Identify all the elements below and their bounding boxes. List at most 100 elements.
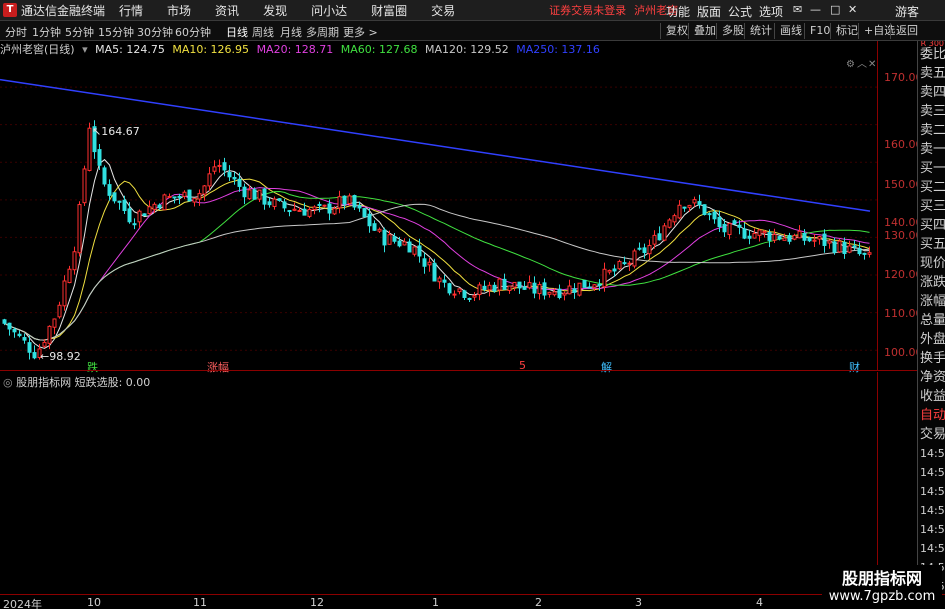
candle-body[interactable] [702,204,707,216]
candle-body[interactable] [692,199,697,204]
chevron-down-icon[interactable]: ▾ [82,43,88,56]
candle-body[interactable] [237,178,242,187]
candle-body[interactable] [652,234,657,245]
sub-chevron-icon[interactable]: ◎ [3,376,13,389]
candle-body[interactable] [842,241,847,255]
candle-body[interactable] [732,220,737,225]
candle-body[interactable] [247,189,252,200]
candle-body[interactable] [767,232,772,241]
candle-body[interactable] [447,283,452,294]
maximize-icon[interactable]: □ [830,3,840,16]
candle-body[interactable] [827,240,832,244]
menu-quotes[interactable]: 行情 [119,2,143,19]
candle-body[interactable] [207,173,212,187]
menu-wealth[interactable]: 财富圈 [371,2,407,19]
candle-body[interactable] [832,241,837,253]
candlestick-chart[interactable]: ⚙ ︿ ✕ [0,57,877,369]
candle-body[interactable] [432,262,437,282]
candle-body[interactable] [82,168,87,204]
candle-body[interactable] [332,208,337,215]
candle-body[interactable] [382,229,387,246]
event-tag-rise[interactable]: 涨幅 [207,359,229,375]
menu-ask[interactable]: 问小达 [311,2,347,19]
side-item[interactable]: 自动 [918,406,945,425]
candle-body[interactable] [772,233,777,241]
candle-body[interactable] [657,233,662,241]
menu-formula[interactable]: 公式 [728,3,752,20]
candle-body[interactable] [102,167,107,185]
menu-discover[interactable]: 发现 [263,2,287,19]
candle-body[interactable] [262,188,267,205]
candle-body[interactable] [452,293,457,296]
candle-body[interactable] [2,319,7,324]
candle-body[interactable] [397,240,402,247]
menu-news[interactable]: 资讯 [215,2,239,19]
candle-body[interactable] [577,282,582,296]
candle-body[interactable] [527,282,532,289]
candle-body[interactable] [427,261,432,266]
candle-body[interactable] [482,285,487,290]
candle-body[interactable] [437,277,442,283]
candle-body[interactable] [617,260,622,270]
candle-body[interactable] [222,162,227,171]
candle-body[interactable] [867,252,872,255]
period-5min[interactable]: 5分钟 [65,24,94,40]
candle-body[interactable] [187,189,192,202]
candle-body[interactable] [307,208,312,217]
candle-body[interactable] [157,204,162,209]
candle-body[interactable] [12,329,17,333]
candle-body[interactable] [107,184,112,196]
menu-market[interactable]: 市场 [167,2,191,19]
candle-body[interactable] [142,213,147,216]
candle-body[interactable] [492,284,497,292]
candle-body[interactable] [192,197,197,203]
candle-body[interactable] [517,281,522,289]
candle-body[interactable] [847,245,852,253]
candle-body[interactable] [582,279,587,288]
candle-body[interactable] [442,279,447,283]
candle-body[interactable] [637,247,642,250]
candle-body[interactable] [477,284,482,296]
candle-body[interactable] [807,237,812,242]
candle-body[interactable] [752,232,757,239]
candle-body[interactable] [852,245,857,248]
candle-body[interactable] [787,235,792,242]
candle-body[interactable] [612,268,617,272]
candle-body[interactable] [487,284,492,291]
candle-body[interactable] [607,269,612,273]
candle-body[interactable] [552,291,557,296]
candle-body[interactable] [837,240,842,253]
candle-body[interactable] [557,288,562,299]
candle-body[interactable] [297,209,302,212]
period-weekly[interactable]: 周线 [252,24,274,40]
candle-body[interactable] [152,203,157,210]
candle-body[interactable] [542,282,547,296]
menu-layout[interactable]: 版面 [697,3,721,20]
candle-body[interactable] [67,268,72,284]
candle-body[interactable] [27,342,32,353]
candle-body[interactable] [697,201,702,206]
toolbar-mark[interactable]: 标记 [830,23,858,39]
candle-body[interactable] [132,223,137,226]
candle-body[interactable] [72,251,77,271]
candle-body[interactable] [392,236,397,242]
candle-body[interactable] [52,318,57,328]
candle-body[interactable] [642,247,647,254]
candle-body[interactable] [317,203,322,206]
toolbar-stats[interactable]: 统计 [744,23,772,39]
candle-body[interactable] [327,203,332,214]
candle-body[interactable] [47,325,52,344]
candle-body[interactable] [717,216,722,228]
candle-body[interactable] [77,204,82,254]
candle-body[interactable] [747,235,752,239]
candle-body[interactable] [402,241,407,246]
candle-body[interactable] [7,322,12,330]
candle-body[interactable] [662,225,667,241]
candle-body[interactable] [812,239,817,242]
candle-body[interactable] [422,258,427,267]
candle-body[interactable] [22,337,27,341]
candle-body[interactable] [87,127,92,171]
candle-body[interactable] [792,234,797,240]
candle-body[interactable] [177,195,182,198]
event-tag-drop[interactable]: 跌 [87,359,98,375]
